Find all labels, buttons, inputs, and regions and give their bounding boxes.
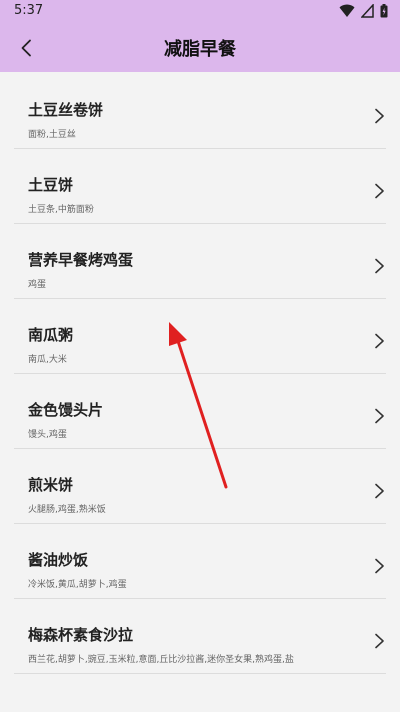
wifi-icon bbox=[339, 4, 355, 17]
list-item[interactable]: 南瓜粥南瓜,大米 bbox=[0, 297, 400, 374]
recipe-title: 营养早餐烤鸡蛋 bbox=[28, 251, 134, 269]
recipe-title: 梅森杯素食沙拉 bbox=[28, 626, 134, 644]
status-bar: 5:37 bbox=[0, 0, 400, 24]
divider bbox=[14, 673, 386, 674]
recipe-ingredients: 冷米饭,黄瓜,胡萝卜,鸡蛋 bbox=[28, 580, 127, 590]
list-item[interactable]: 土豆丝卷饼面粉,土豆丝 bbox=[0, 72, 400, 149]
app-header: 5:37 减脂早餐 bbox=[0, 0, 400, 72]
recipe-ingredients: 鸡蛋 bbox=[28, 280, 47, 290]
page-title: 减脂早餐 bbox=[164, 39, 236, 60]
battery-icon bbox=[380, 4, 388, 18]
recipe-title: 南瓜粥 bbox=[28, 326, 74, 344]
status-icons bbox=[339, 4, 388, 18]
recipe-ingredients: 土豆条,中筋面粉 bbox=[28, 205, 94, 215]
signal-icon bbox=[361, 4, 374, 18]
toolbar: 减脂早餐 bbox=[0, 24, 400, 72]
recipe-ingredients: 馒头,鸡蛋 bbox=[28, 430, 67, 440]
chevron-right-icon bbox=[375, 108, 384, 124]
list-item[interactable]: 梅森杯素食沙拉西兰花,胡萝卜,豌豆,玉米粒,意面,丘比沙拉酱,迷你圣女果,熟鸡蛋… bbox=[0, 597, 400, 674]
recipe-title: 金色馒头片 bbox=[28, 401, 104, 419]
list-item[interactable]: 土豆饼土豆条,中筋面粉 bbox=[0, 147, 400, 224]
recipe-title: 酱油炒饭 bbox=[28, 551, 89, 569]
list-item[interactable]: 煎米饼火腿肠,鸡蛋,熟米饭 bbox=[0, 447, 400, 524]
recipe-title: 土豆丝卷饼 bbox=[28, 101, 104, 119]
chevron-right-icon bbox=[375, 408, 384, 424]
chevron-right-icon bbox=[375, 258, 384, 274]
recipe-title: 土豆饼 bbox=[28, 176, 74, 194]
chevron-right-icon bbox=[375, 633, 384, 649]
status-time: 5:37 bbox=[14, 3, 44, 18]
recipe-ingredients: 面粉,土豆丝 bbox=[28, 130, 76, 140]
list-item[interactable]: 金色馒头片馒头,鸡蛋 bbox=[0, 372, 400, 449]
chevron-right-icon bbox=[375, 183, 384, 199]
chevron-right-icon bbox=[375, 483, 384, 499]
recipe-ingredients: 南瓜,大米 bbox=[28, 355, 67, 365]
recipe-ingredients: 西兰花,胡萝卜,豌豆,玉米粒,意面,丘比沙拉酱,迷你圣女果,熟鸡蛋,盐 bbox=[28, 655, 294, 665]
chevron-right-icon bbox=[375, 333, 384, 349]
recipe-ingredients: 火腿肠,鸡蛋,熟米饭 bbox=[28, 505, 106, 515]
chevron-right-icon bbox=[375, 558, 384, 574]
recipe-title: 煎米饼 bbox=[28, 476, 74, 494]
list-item[interactable]: 酱油炒饭冷米饭,黄瓜,胡萝卜,鸡蛋 bbox=[0, 522, 400, 599]
list-item[interactable]: 营养早餐烤鸡蛋 鸡蛋 bbox=[0, 222, 400, 299]
